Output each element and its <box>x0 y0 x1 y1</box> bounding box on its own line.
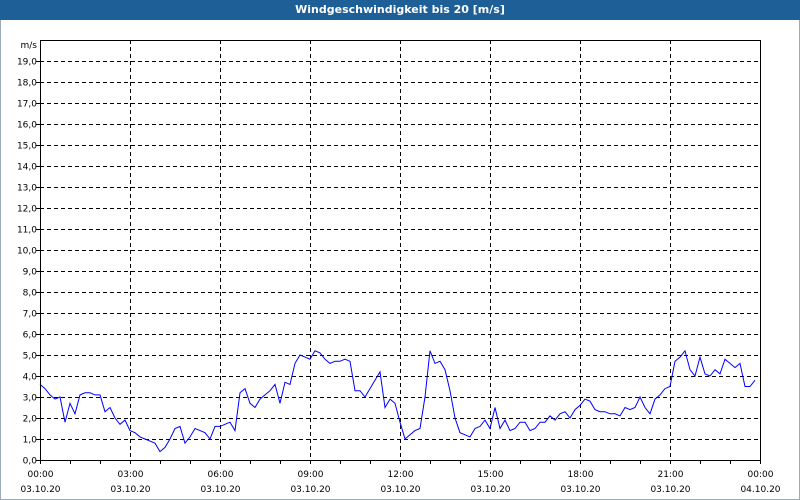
y-tick-label: 6,0 <box>23 331 38 341</box>
y-tick-label: 13,0 <box>17 184 37 194</box>
x-tick-time: 18:00 <box>568 470 594 480</box>
y-tick-label: 1,0 <box>23 436 38 446</box>
y-tick-label: 16,0 <box>17 121 37 131</box>
x-tick-date: 03.10.20 <box>650 485 690 495</box>
x-tick-date: 03.10.20 <box>560 485 600 495</box>
y-tick-label: 7,0 <box>23 310 38 320</box>
y-tick-label: 4,0 <box>23 373 38 383</box>
y-tick-label: 0,0 <box>23 457 38 467</box>
x-tick-date: 03.10.20 <box>200 485 240 495</box>
y-tick-label: 5,0 <box>23 352 38 362</box>
wind-speed-line <box>39 349 756 453</box>
x-tick-date: 03.10.20 <box>290 485 330 495</box>
x-tick-time: 00:00 <box>28 470 54 480</box>
y-tick-label: 11,0 <box>17 226 37 236</box>
y-tick-label: 3,0 <box>23 394 38 404</box>
x-tick-time: 09:00 <box>298 470 324 480</box>
y-axis-unit: m/s <box>21 41 38 51</box>
x-tick-date: 04.10.20 <box>740 485 780 495</box>
x-tick-time: 12:00 <box>388 470 414 480</box>
x-tick-date: 03.10.20 <box>110 485 150 495</box>
y-tick-label: 17,0 <box>17 100 37 110</box>
y-tick-label: 12,0 <box>17 205 37 215</box>
x-tick-date: 03.10.20 <box>380 485 420 495</box>
y-tick-label: 15,0 <box>17 142 37 152</box>
x-tick-date: 03.10.20 <box>20 485 60 495</box>
y-tick-label: 9,0 <box>23 268 38 278</box>
x-tick-time: 21:00 <box>658 470 684 480</box>
y-tick-label: 19,0 <box>17 58 37 68</box>
y-tick-label: 8,0 <box>23 289 38 299</box>
x-tick-time: 15:00 <box>478 470 504 480</box>
y-tick-label: 10,0 <box>17 247 37 257</box>
y-tick-label: 14,0 <box>17 163 37 173</box>
y-tick-label: 18,0 <box>17 79 37 89</box>
wind-speed-chart: m/s 0,0 1,0 2,0 3,0 4,0 5,0 6,0 7,0 8,0 9,0 10,0 11… <box>17 40 781 495</box>
x-tick-time: 00:00 <box>748 470 774 480</box>
x-tick-date: 03.10.20 <box>470 485 510 495</box>
y-tick-label: 2,0 <box>23 415 38 425</box>
x-tick-time: 06:00 <box>208 470 234 480</box>
x-tick-time: 03:00 <box>118 470 144 480</box>
